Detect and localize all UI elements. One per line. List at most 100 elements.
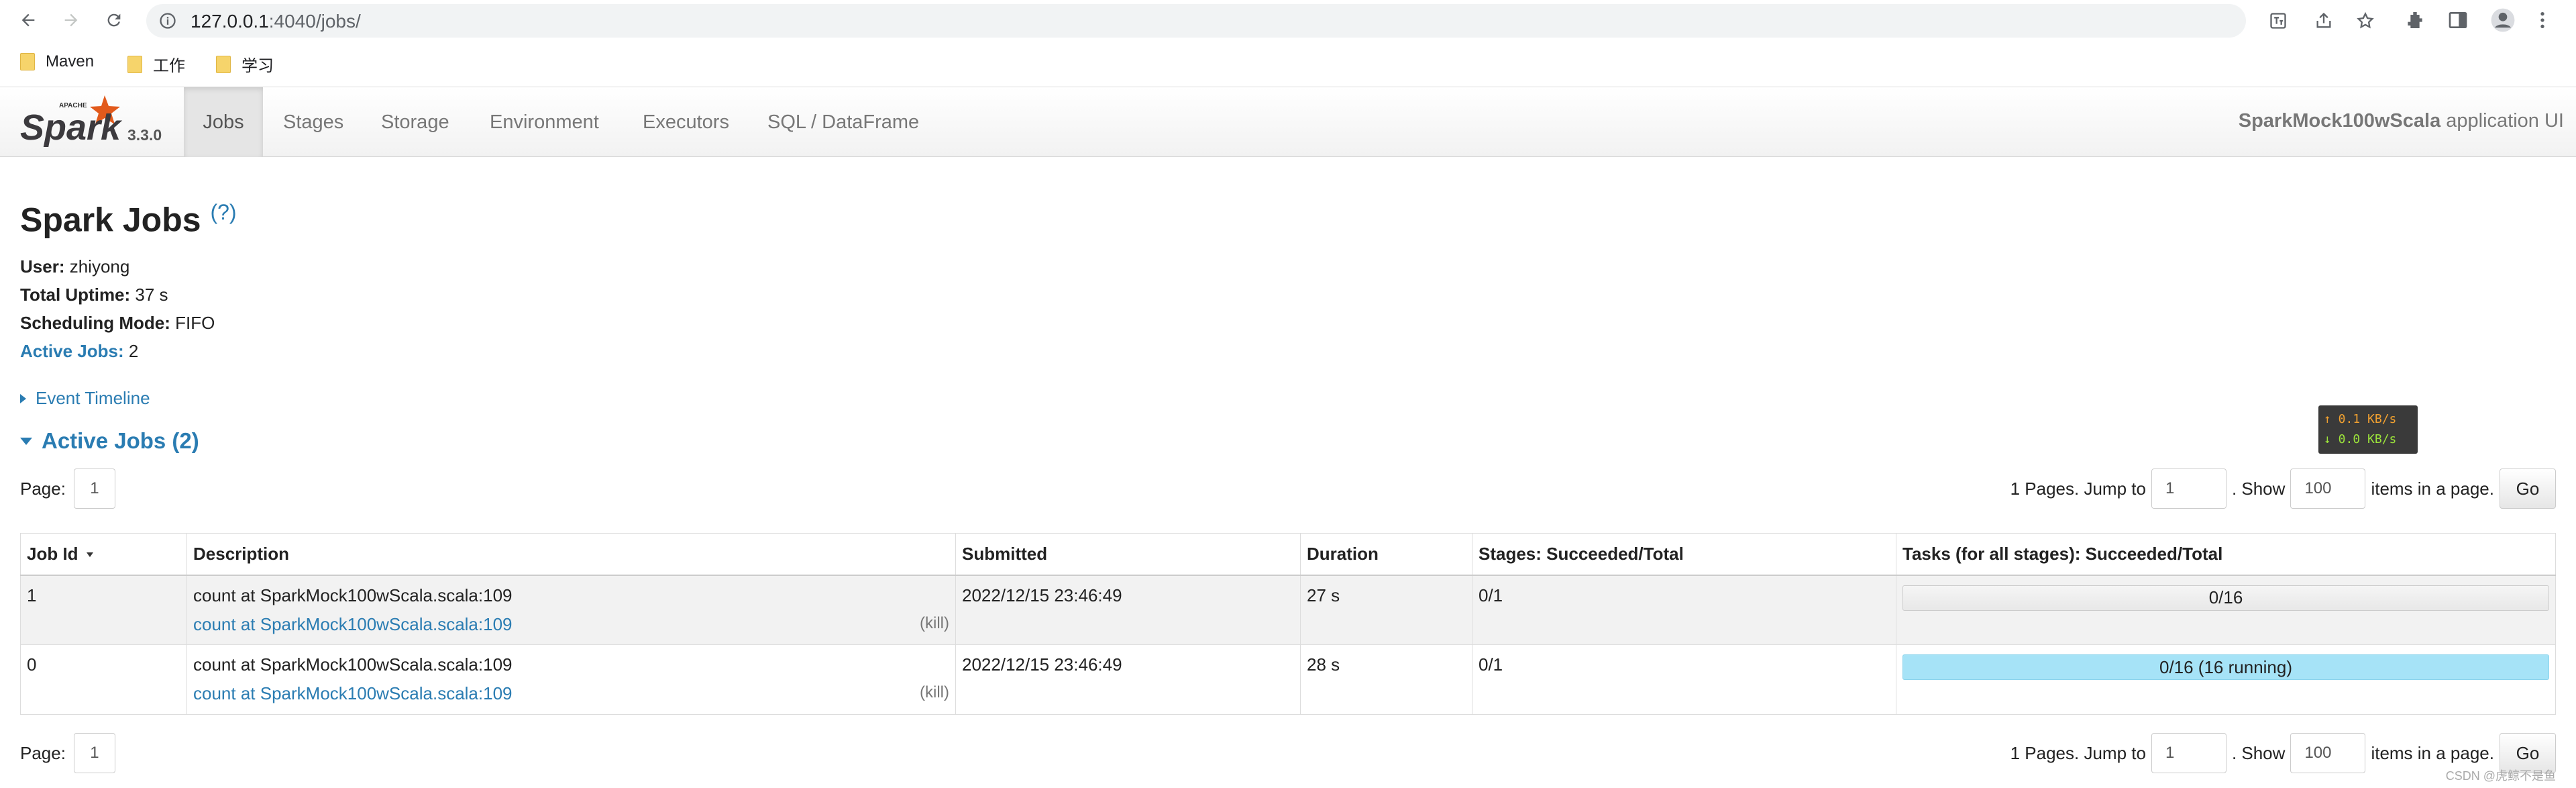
go-button[interactable]: Go [2500,469,2556,509]
task-progress-bar: 0/16 [1902,585,2549,611]
tab-stages[interactable]: Stages [283,87,343,157]
bookmark-label: 工作 [153,52,185,76]
summary-label: User: [20,256,64,277]
col-tasks[interactable]: Tasks (for all stages): Succeeded/Total [1896,534,2556,575]
col-stages[interactable]: Stages: Succeeded/Total [1472,534,1896,575]
page-title-text: Spark Jobs [20,201,201,239]
col-job-id[interactable]: Job Id [21,534,187,575]
duration-cell: 28 s [1301,645,1472,715]
summary-scheduling: Scheduling Mode: FIFO [20,313,215,334]
bookmark-study[interactable]: 学习 [216,52,274,76]
bookmarks-bar: Maven 工作 学习 [0,47,2576,81]
share-icon[interactable] [2314,11,2333,30]
submitted-cell: 2022/12/15 23:46:49 [956,575,1301,645]
page-title: Spark Jobs (?) [20,200,237,240]
network-speed-overlay: ↑ 0.1 KB/s ↓ 0.0 KB/s [2318,405,2418,454]
info-icon[interactable] [158,11,177,30]
stages-cell: 0/1 [1472,645,1896,715]
download-speed: ↓ 0.0 KB/s [2324,430,2412,450]
page-size-input[interactable]: 100 [2290,469,2365,509]
url-host: 127.0.0.1 [191,11,269,32]
forward-button[interactable] [58,7,85,34]
col-duration[interactable]: Duration [1301,534,1472,575]
event-timeline-toggle[interactable]: Event Timeline [20,388,150,409]
page-label: Page: [20,479,66,499]
translate-icon[interactable] [2269,11,2288,30]
star-icon[interactable] [2356,11,2375,30]
spark-version: 3.3.0 [127,126,162,144]
menu-kebab-icon[interactable] [2532,9,2553,31]
spark-logo-icon[interactable]: APACHE Spark [19,93,126,153]
tab-environment[interactable]: Environment [490,87,599,157]
section-title: Active Jobs (2) [42,428,199,454]
watermark: CSDN @虎鲸不是鱼 [2446,767,2556,784]
pages-text: 1 Pages. Jump to [2010,743,2146,764]
url-text: 127.0.0.1:4040/jobs/ [191,11,361,32]
tasks-cell: 0/16 (16 running) [1896,645,2556,715]
items-text: items in a page. [2371,743,2494,764]
page-number-button[interactable]: 1 [74,733,115,773]
svg-text:Spark: Spark [20,107,123,148]
active-jobs-table: Job Id Description Submitted Duration St… [20,533,2556,715]
side-panel-icon[interactable] [2447,9,2469,31]
progress-label: 0/16 [2209,587,2243,608]
sort-desc-icon [87,552,93,557]
description-link[interactable]: count at SparkMock100wScala.scala:109 [193,683,513,704]
caret-down-icon [20,438,32,445]
tab-executors[interactable]: Executors [643,87,729,157]
reload-icon [105,11,123,30]
stages-cell: 0/1 [1472,575,1896,645]
bookmark-label: Maven [46,52,94,71]
folder-icon [216,56,231,73]
description-cell: count at SparkMock100wScala.scala:109 co… [187,645,956,715]
back-button[interactable] [15,7,42,34]
tab-sql-dataframe[interactable]: SQL / DataFrame [767,87,919,157]
summary-value: 2 [124,341,139,361]
tab-jobs[interactable]: Jobs [184,87,263,157]
jump-to-page-input[interactable]: 1 [2151,469,2226,509]
active-jobs-section-toggle[interactable]: Active Jobs (2) [20,428,199,454]
page-label: Page: [20,743,66,764]
kill-link[interactable]: (kill) [920,614,949,635]
profile-avatar-icon[interactable] [2490,7,2516,33]
address-bar[interactable]: 127.0.0.1:4040/jobs/ [146,4,2246,38]
tab-storage[interactable]: Storage [381,87,449,157]
folder-icon [20,53,35,70]
summary-label: Total Uptime: [20,285,130,305]
job-id-cell: 0 [21,645,187,715]
summary-user: User: zhiyong [20,256,129,277]
summary-value: 37 s [130,285,168,305]
summary-label: Scheduling Mode: [20,313,170,333]
forward-arrow-icon [62,11,80,30]
table-row: 0 count at SparkMock100wScala.scala:109 … [21,645,2556,715]
page-size-input[interactable]: 100 [2290,733,2365,773]
table-row: 1 count at SparkMock100wScala.scala:109 … [21,575,2556,645]
description-link[interactable]: count at SparkMock100wScala.scala:109 [193,614,513,635]
page-number-button[interactable]: 1 [74,469,115,509]
col-description[interactable]: Description [187,534,956,575]
extensions-icon[interactable] [2404,9,2426,31]
summary-value: FIFO [170,313,215,333]
submitted-cell: 2022/12/15 23:46:49 [956,645,1301,715]
table-header-row: Job Id Description Submitted Duration St… [21,534,2556,575]
summary-active-jobs: Active Jobs: 2 [20,341,138,362]
col-submitted[interactable]: Submitted [956,534,1301,575]
page-indicator-top: Page: 1 [20,469,115,509]
reload-button[interactable] [101,7,127,34]
back-arrow-icon [19,11,38,30]
bookmark-maven[interactable]: Maven [20,52,94,71]
bookmark-work[interactable]: 工作 [127,52,185,76]
spark-navbar: APACHE Spark 3.3.0 Jobs Stages Storage E… [0,87,2576,157]
jump-to-page-input[interactable]: 1 [2151,733,2226,773]
app-name-bold: SparkMock100wScala [2239,110,2440,132]
kill-link[interactable]: (kill) [920,683,949,704]
folder-icon [127,56,142,73]
active-jobs-link[interactable]: Active Jobs: [20,341,124,361]
app-name-suffix: application UI [2440,110,2564,132]
summary-uptime: Total Uptime: 37 s [20,285,168,305]
summary-value: zhiyong [64,256,129,277]
help-link[interactable]: (?) [210,200,236,224]
description-text: count at SparkMock100wScala.scala:109 [193,654,949,675]
task-progress-bar: 0/16 (16 running) [1902,654,2549,680]
pages-text: 1 Pages. Jump to [2010,479,2146,499]
